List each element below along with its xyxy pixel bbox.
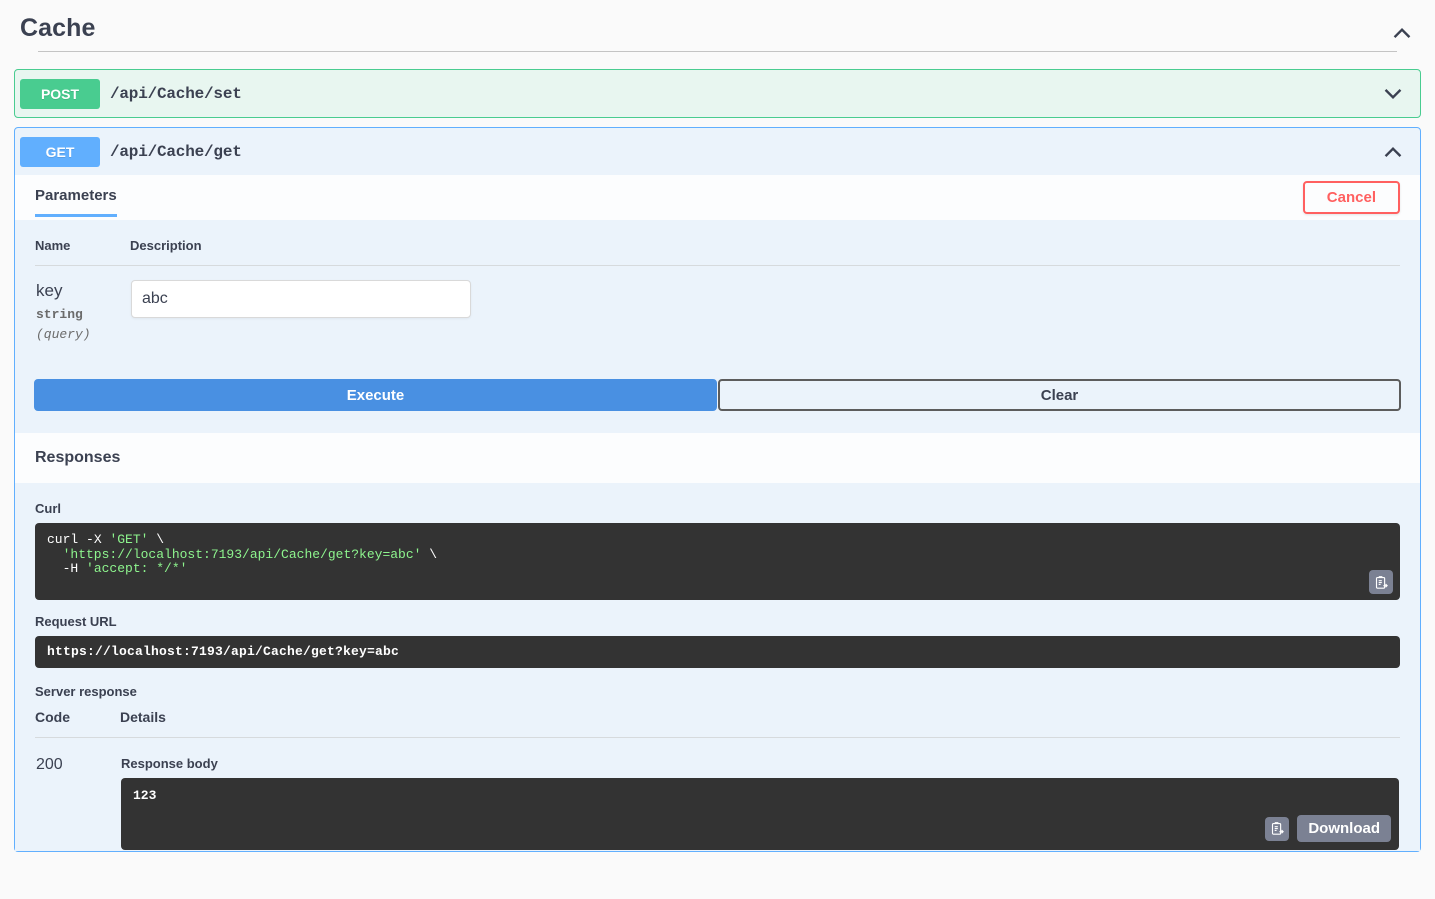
curl-cont-2: \ [421, 546, 438, 562]
copy-to-clipboard-icon[interactable] [1369, 570, 1393, 595]
chevron-up-icon[interactable] [1391, 22, 1413, 44]
parameter-meta-cell: key string (query) [35, 266, 130, 344]
response-body-box: 123 Download [121, 778, 1399, 851]
responses-heading: Responses [35, 449, 121, 467]
download-button[interactable]: Download [1297, 815, 1391, 843]
parameters-section: Name Description key string (query) [15, 220, 1420, 357]
key-parameter-input[interactable] [131, 280, 471, 318]
curl-cmd: curl [47, 532, 79, 548]
response-code-cell: 200 [35, 738, 120, 852]
chevron-up-icon[interactable] [1382, 141, 1404, 163]
operation-path-post: /api/Cache/set [110, 84, 242, 103]
cancel-button[interactable]: Cancel [1302, 181, 1400, 214]
column-header-details: Details [120, 709, 1400, 739]
column-header-code: Code [35, 709, 120, 739]
table-row: 200 Response body 123 Download [35, 738, 1400, 852]
parameters-header-row: Name Description [35, 238, 1400, 266]
curl-flag-h: -H [47, 561, 87, 577]
responses-body: Curl curl -X 'GET' \ 'https://localhost:… [15, 483, 1420, 852]
page-title: Cache [20, 14, 96, 42]
operation-body-get: Parameters Cancel Name Description key s… [15, 175, 1420, 852]
chevron-down-icon[interactable] [1382, 83, 1404, 105]
execute-button[interactable]: Execute [34, 379, 717, 412]
operation-get-cache-get[interactable]: GET /api/Cache/get Parameters Cancel Nam… [14, 127, 1421, 853]
status-code: 200 [36, 756, 63, 774]
curl-label: Curl [35, 501, 61, 517]
copy-to-clipboard-icon[interactable] [1265, 816, 1290, 841]
parameters-table: Name Description key string (query) [35, 238, 1400, 343]
method-badge-post: POST [20, 78, 100, 109]
curl-cont-1: \ [148, 532, 165, 548]
parameter-value-cell [130, 266, 1400, 344]
response-body-label: Response body [121, 756, 218, 772]
table-row: key string (query) [35, 266, 1400, 344]
server-response-label: Server response [35, 684, 137, 700]
curl-code-block: curl -X 'GET' \ 'https://localhost:7193/… [35, 523, 1400, 601]
operation-post-cache-set[interactable]: POST /api/Cache/set [14, 69, 1421, 118]
tab-bar: Parameters Cancel [15, 175, 1420, 220]
action-button-row: Execute Clear [34, 379, 1401, 412]
clear-button[interactable]: Clear [718, 379, 1401, 412]
operation-summary-get[interactable]: GET /api/Cache/get [15, 128, 1420, 175]
column-header-description: Description [130, 238, 1400, 266]
parameter-location: (query) [36, 327, 91, 343]
curl-url: 'https://localhost:7193/api/Cache/get?ke… [47, 546, 422, 562]
server-response-table: Code Details 200 Response body 123 Downl… [35, 709, 1400, 851]
curl-flag-x: -X [78, 532, 110, 548]
response-body-actions: Download [1265, 815, 1391, 843]
responses-heading-band: Responses [15, 433, 1420, 484]
curl-accept-header: 'accept: */*' [86, 561, 188, 577]
column-header-name: Name [35, 238, 130, 266]
response-header-row: Code Details [35, 709, 1400, 739]
response-details-cell: Response body 123 Download [120, 738, 1400, 852]
request-url-label: Request URL [35, 614, 117, 630]
operation-summary-post[interactable]: POST /api/Cache/set [15, 70, 1420, 117]
parameter-name: key [36, 281, 63, 300]
request-url-value: https://localhost:7193/api/Cache/get?key… [35, 636, 1400, 669]
method-badge-get: GET [20, 136, 100, 167]
tab-parameters[interactable]: Parameters [35, 175, 117, 217]
curl-method: 'GET' [109, 532, 149, 548]
tag-divider [38, 51, 1397, 52]
tag-header-cache[interactable]: Cache [0, 0, 1435, 60]
parameter-type: string [36, 307, 83, 323]
response-body-value: 123 [133, 788, 157, 804]
operation-path-get: /api/Cache/get [110, 142, 242, 161]
